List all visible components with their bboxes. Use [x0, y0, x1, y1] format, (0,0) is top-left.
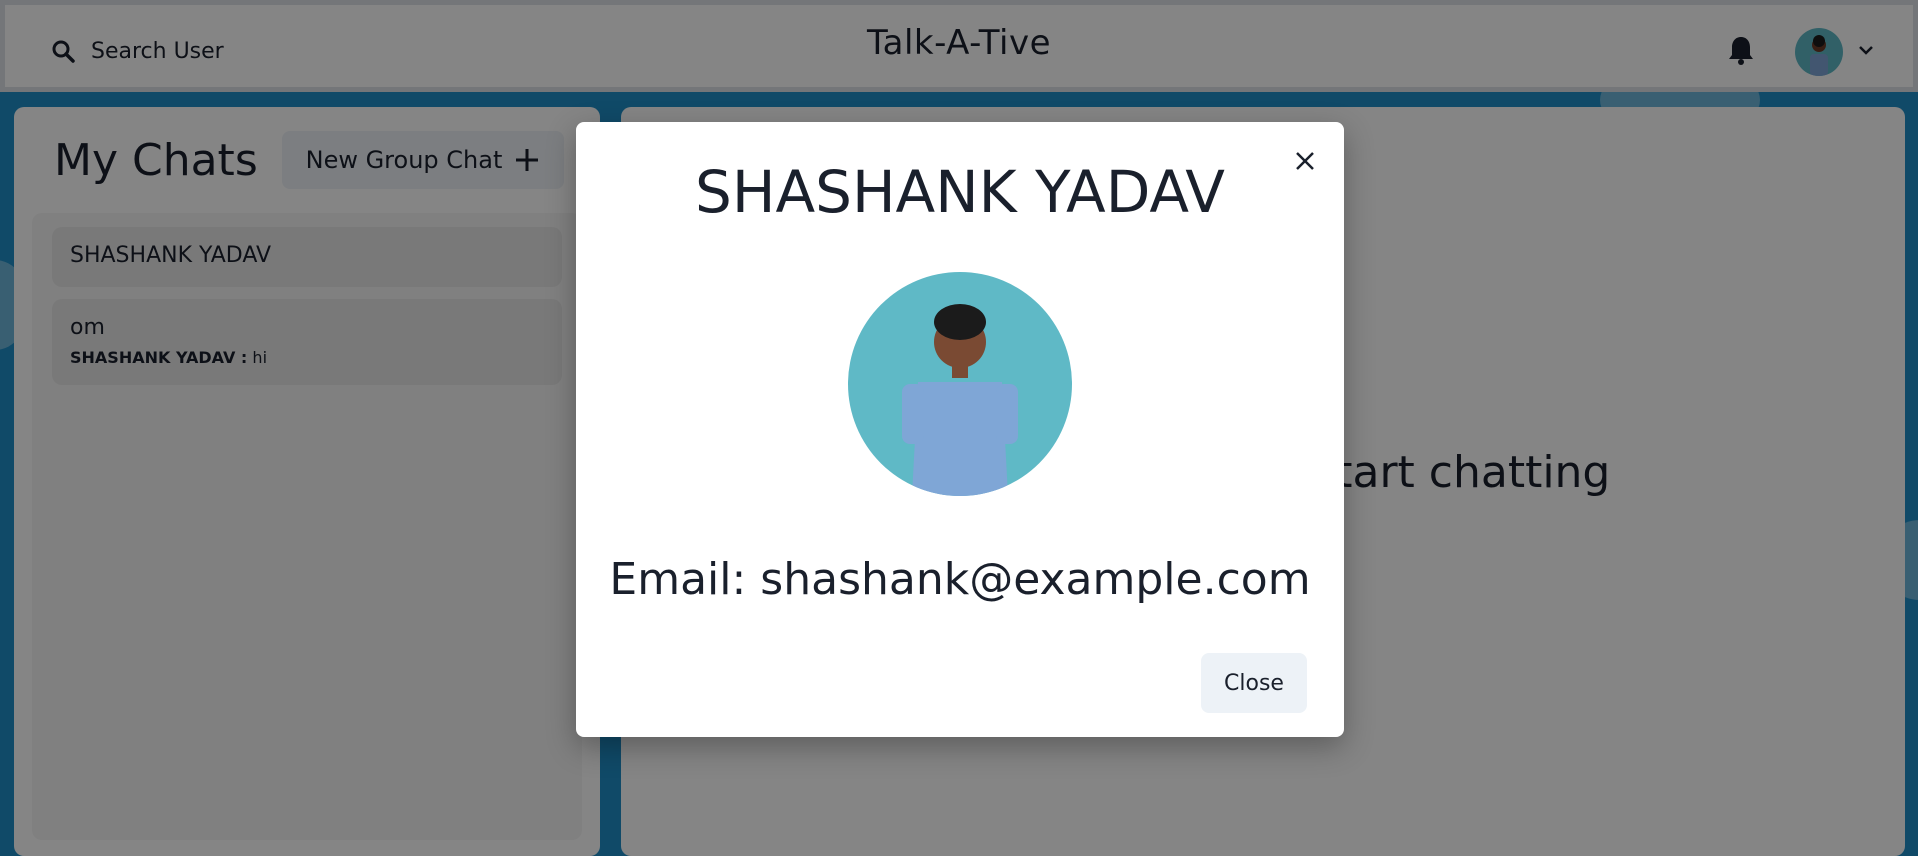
profile-modal: SHASHANK YADAV Email: shashank@example.c… — [576, 122, 1344, 737]
close-icon[interactable] — [1288, 144, 1322, 178]
profile-picture — [848, 272, 1072, 496]
profile-name: SHASHANK YADAV — [695, 158, 1225, 226]
close-button[interactable]: Close — [1201, 653, 1307, 713]
profile-email: Email: shashank@example.com — [609, 554, 1311, 605]
